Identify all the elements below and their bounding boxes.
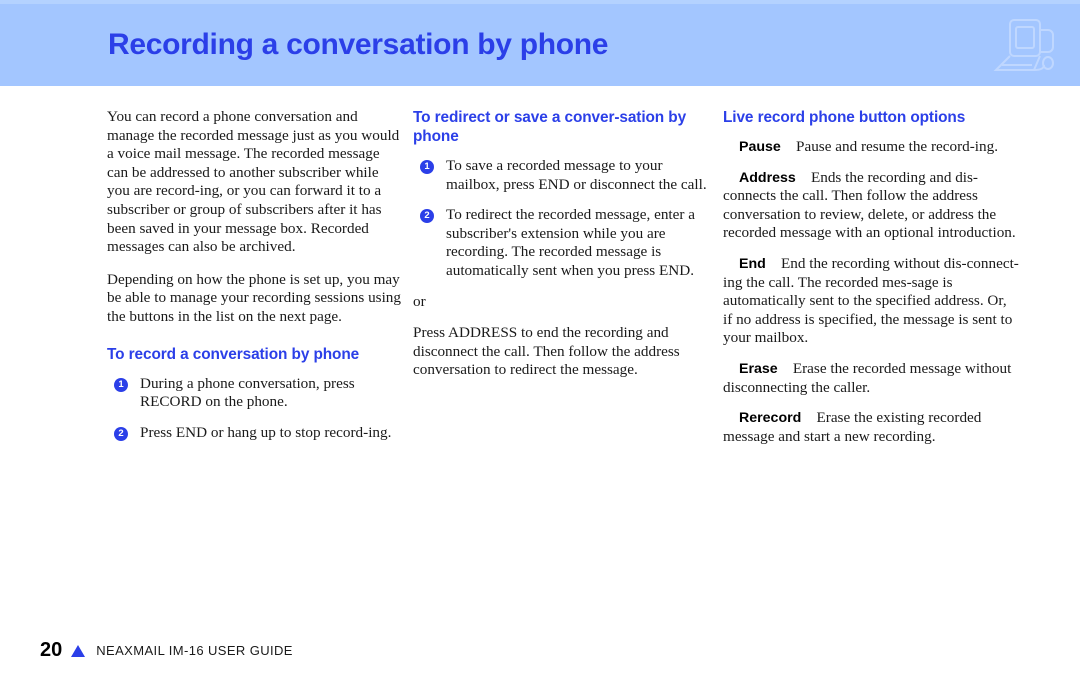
page-number: 20: [40, 639, 63, 661]
page-title: Recording a conversation by phone: [108, 28, 609, 61]
intro-paragraph-2: Depending on how the phone is set up, yo…: [107, 270, 401, 325]
option-term: Address: [739, 169, 796, 186]
computer-monitor-icon: [988, 14, 1064, 80]
page-header-band: Recording a conversation by phone: [0, 0, 1080, 86]
option-item: Address Ends the recording and dis-conne…: [723, 169, 1019, 243]
option-term: End: [739, 255, 766, 272]
heading-to-record-a-conversation: To record a conversation by phone: [107, 345, 360, 363]
step-text: To save a recorded message to your mailb…: [446, 157, 707, 193]
page-footer: 20 NEAXMAIL IM-16 USER GUIDE: [40, 640, 293, 660]
step-text: During a phone conversation, press RECOR…: [140, 374, 355, 411]
option-item: End End the recording without dis-connec…: [723, 255, 1019, 348]
step-number-badge: 2: [114, 426, 128, 441]
content-columns: You can record a phone conversation and …: [0, 86, 1080, 606]
option-item: Pause Pause and resume the record-ing.: [723, 138, 1019, 157]
option-term: Rerecord: [739, 410, 802, 427]
or-separator-label: or: [413, 292, 426, 310]
step-item: 1 To save a recorded message to your mai…: [413, 157, 709, 194]
option-item: Erase Erase the recorded message without…: [723, 360, 1019, 397]
step-number-badge: 1: [114, 377, 128, 392]
option-term: Pause: [739, 139, 781, 155]
step-item: 1 During a phone conversation, press REC…: [107, 375, 403, 412]
closing-paragraph: Press ADDRESS to end the recording and d…: [413, 324, 680, 379]
option-description: Pause and resume the record-ing.: [780, 138, 999, 155]
column-right: Live record phone button options Pause P…: [723, 108, 1019, 458]
intro-paragraph-1: You can record a phone conversation and …: [107, 108, 400, 256]
step-item: 2 To redirect the recorded message, ente…: [413, 206, 709, 280]
heading-to-redirect-or-save: To redirect or save a conver-sation by p…: [413, 109, 687, 145]
step-number-badge: 2: [420, 209, 434, 224]
step-number-badge: 1: [420, 160, 434, 174]
header-top-strip: [0, 0, 1080, 4]
step-text: To redirect the recorded message, enter …: [446, 206, 695, 279]
step-text: Press END or hang up to stop record-ing.: [140, 423, 392, 441]
option-item: Rerecord Erase the existing recorded mes…: [723, 409, 1019, 446]
column-middle: To redirect or save a conver-sation by p…: [413, 108, 709, 394]
column-left: You can record a phone conversation and …: [107, 108, 403, 454]
guide-title: NEAXMAIL IM-16 USER GUIDE: [96, 642, 293, 658]
triangle-icon: [71, 645, 86, 657]
option-term: Erase: [739, 360, 778, 377]
option-description: End the recording without dis-connect-in…: [723, 254, 1019, 347]
heading-live-record-options: Live record phone button options: [723, 109, 966, 126]
step-item: 2 Press END or hang up to stop record-in…: [107, 424, 403, 443]
